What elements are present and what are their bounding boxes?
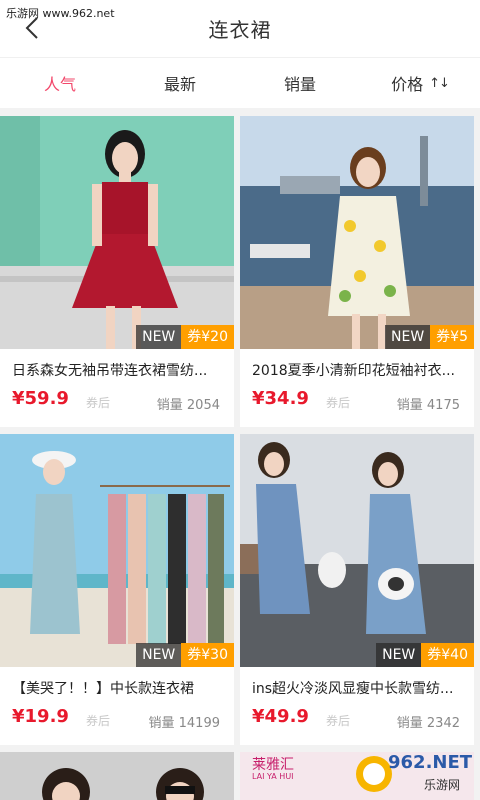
new-badge: NEW [376, 643, 422, 667]
product-price: ¥19.9 [12, 706, 69, 727]
product-image [240, 434, 474, 667]
sort-icon: ↑↓ [429, 75, 450, 91]
brand-banner: 莱雅汇 [252, 757, 294, 773]
coupon-after-label: 券后 [326, 714, 351, 728]
product-card[interactable] [0, 752, 234, 800]
product-card[interactable]: NEW 券¥20 日系森女无袖吊带连衣裙雪纺... ¥59.9 券后 销量 20… [0, 116, 234, 427]
product-title: 【美哭了！！】中长款连衣裙 [12, 681, 194, 697]
coupon-badge: 券¥30 [181, 643, 234, 667]
sales-count: 销量 14199 [148, 716, 221, 731]
coupon-badge: 券¥40 [421, 643, 474, 667]
product-image [240, 116, 474, 349]
product-price: ¥49.9 [252, 706, 309, 727]
coupon-after-label: 券后 [326, 396, 351, 410]
product-title: 日系森女无袖吊带连衣裙雪纺... [12, 363, 208, 379]
tab-price[interactable]: 价格 ↑↓ [360, 58, 480, 108]
badge-row: NEW 券¥30 [136, 643, 234, 667]
sales-count: 销量 2054 [156, 398, 220, 413]
tab-popular[interactable]: 人气 [0, 58, 120, 108]
product-card[interactable]: NEW 券¥40 ins超火冷淡风显瘦中长款雪纺... ¥49.9 券后 销量 … [240, 434, 474, 745]
new-badge: NEW [385, 325, 431, 349]
sort-tabs: 人气 最新 销量 价格 ↑↓ [0, 57, 480, 108]
coupon-badge: 券¥20 [181, 325, 234, 349]
product-price: ¥59.9 [12, 388, 69, 409]
tab-newest[interactable]: 最新 [120, 58, 240, 108]
product-image [0, 752, 234, 800]
product-title: ins超火冷淡风显瘦中长款雪纺... [252, 681, 454, 697]
watermark-text: 乐游网 www.962.net [6, 7, 115, 20]
new-badge: NEW [136, 325, 182, 349]
product-card[interactable]: NEW 券¥5 2018夏季小清新印花短袖衬衣... ¥34.9 券后 销量 4… [240, 116, 474, 427]
product-image [0, 434, 234, 667]
product-card[interactable]: NEW 券¥30 【美哭了！！】中长款连衣裙 ¥19.9 券后 销量 14199 [0, 434, 234, 745]
watermark-sub: 乐游网 [424, 778, 461, 792]
coupon-after-label: 券后 [86, 714, 111, 728]
badge-row: NEW 券¥5 [385, 325, 474, 349]
sales-count: 销量 2342 [396, 716, 460, 731]
coupon-badge: 券¥5 [430, 325, 474, 349]
sales-count: 销量 4175 [396, 398, 460, 413]
product-price: ¥34.9 [252, 388, 309, 409]
watermark-main: 962.NET [388, 752, 473, 773]
brand-banner-sub: LAI YA HUI [252, 772, 294, 781]
product-image [0, 116, 234, 349]
new-badge: NEW [136, 643, 182, 667]
badge-row: NEW 券¥40 [376, 643, 474, 667]
coupon-after-label: 券后 [86, 396, 111, 410]
site-watermark: 962.NET 乐游网 [354, 752, 476, 796]
badge-row: NEW 券¥20 [136, 325, 234, 349]
product-title: 2018夏季小清新印花短袖衬衣... [252, 363, 455, 379]
tab-sales[interactable]: 销量 [240, 58, 360, 108]
